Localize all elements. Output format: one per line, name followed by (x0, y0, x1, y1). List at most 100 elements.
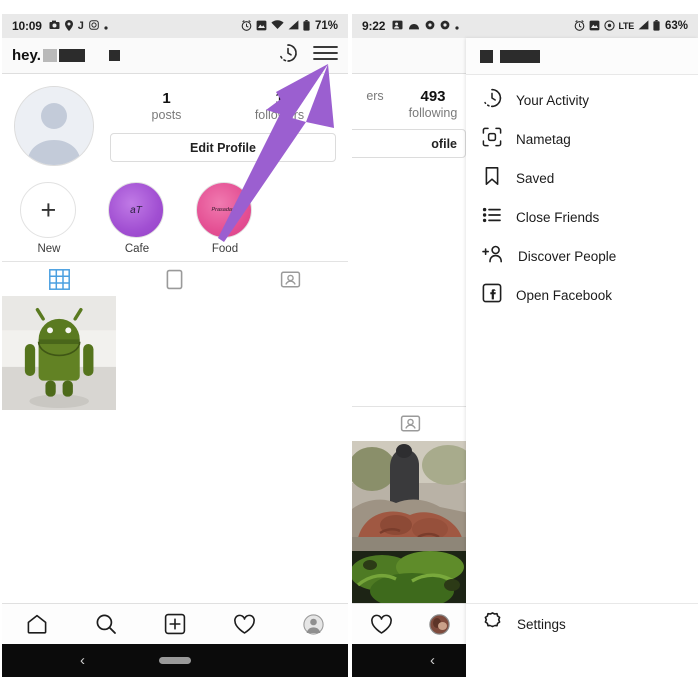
nav-activity[interactable] (352, 613, 411, 636)
edit-profile-button[interactable]: Edit Profile (110, 133, 336, 163)
highlight-thumb: aT (108, 182, 164, 238)
battery-percentage: 71% (314, 20, 338, 32)
grid-post-hands[interactable] (352, 441, 469, 551)
signal-icon (638, 20, 649, 32)
nav-activity[interactable] (210, 613, 279, 636)
gear-icon (425, 20, 435, 32)
history-icon[interactable] (277, 42, 299, 69)
menu-item-label: Close Friends (516, 210, 600, 225)
nav-profile[interactable] (279, 613, 348, 635)
stat-value: 1 (275, 90, 284, 107)
status-bar: 10:09 J 71% (2, 14, 348, 38)
story-highlights: + New aT Cafe Prasadam Food (2, 170, 348, 261)
hamburger-menu-icon[interactable] (313, 43, 338, 68)
hotspot-icon (603, 19, 615, 33)
stat-posts[interactable]: 1 posts (110, 90, 223, 124)
network-type-label: LTE (618, 21, 635, 31)
camera-icon (49, 20, 60, 32)
highlight-food[interactable]: Prasadam Food (196, 182, 254, 255)
nav-search[interactable] (71, 613, 140, 635)
home-pill-icon[interactable] (159, 657, 191, 664)
nav-add-post[interactable] (140, 613, 209, 635)
side-menu-drawer: Your Activity Nametag Saved Close Friend… (466, 38, 698, 677)
back-icon[interactable]: ‹ (80, 652, 85, 669)
bookmark-icon (482, 166, 502, 191)
menu-item-your-activity[interactable]: Your Activity (466, 81, 698, 120)
header-redaction-block (480, 49, 493, 63)
menu-item-label: Nametag (516, 132, 571, 147)
profile-avatar[interactable] (14, 86, 94, 166)
status-bar: 9:22 LTE 63% (352, 14, 698, 38)
back-icon[interactable]: ‹ (430, 652, 435, 669)
stat-following[interactable]: 493 following (404, 88, 462, 122)
header-actions (277, 42, 338, 69)
location-icon (64, 19, 73, 33)
highlight-cafe[interactable]: aT Cafe (108, 182, 166, 255)
menu-item-label: Discover People (518, 249, 617, 264)
username-redaction-block (58, 49, 85, 62)
instagram-header: hey. (2, 38, 348, 74)
facebook-icon (482, 283, 502, 308)
add-person-icon (482, 244, 504, 269)
tab-grid[interactable] (2, 268, 117, 290)
screenshot-icon (256, 20, 267, 33)
nav-profile[interactable] (411, 613, 470, 635)
screenshot-icon (589, 20, 600, 33)
nametag-icon (482, 127, 502, 152)
highlight-label: Food (211, 243, 239, 255)
header-redaction-block (500, 49, 540, 63)
nav-home[interactable] (2, 613, 71, 635)
android-system-nav: ‹ (2, 644, 348, 677)
right-phone-screenshot: 9:22 LTE 63% ers 493 following ofile You… (352, 14, 698, 677)
stat-value: 1 (162, 90, 171, 107)
gear-icon (482, 611, 503, 637)
post-grid (2, 296, 348, 412)
menu-item-close-friends[interactable]: Close Friends (466, 198, 698, 237)
highlight-thumb: + (20, 182, 76, 238)
highlight-cover-text: Prasadam (211, 207, 237, 213)
profile-section: 1 posts 1 followers Edit Profile (2, 74, 348, 170)
alarm-icon (574, 19, 585, 33)
profile-stats: 1 posts 1 followers Edit Profile (94, 86, 336, 163)
status-bar-system-icons: 71% (241, 19, 338, 33)
instagram-icon (89, 20, 99, 32)
settings-menu-item[interactable]: Settings (466, 603, 698, 644)
phone-divider (349, 14, 351, 677)
contacts-icon (392, 20, 403, 32)
profile-tabs-partial (352, 406, 469, 440)
drawer-header (466, 38, 698, 75)
highlight-new[interactable]: + New (20, 182, 78, 255)
list-icon (482, 205, 502, 230)
grid-post-android[interactable] (2, 296, 118, 412)
edit-profile-button[interactable]: ofile (352, 129, 466, 159)
menu-item-open-facebook[interactable]: Open Facebook (466, 276, 698, 315)
stat-value: 493 (420, 88, 446, 105)
stat-followers[interactable]: ers (352, 88, 404, 122)
profile-tabs (2, 261, 348, 296)
username-redaction-block (42, 49, 57, 62)
profile-username: hey. (12, 47, 120, 64)
alarm-icon (241, 19, 252, 33)
tab-tagged[interactable] (233, 269, 348, 290)
bottom-navigation-partial (352, 603, 469, 644)
grid-cell-empty (232, 296, 348, 412)
menu-item-label: Your Activity (516, 93, 590, 108)
wifi-icon (271, 20, 284, 32)
screenshot-root: 10:09 J 71% hey. 1 posts 1 followers Edi… (0, 0, 700, 691)
menu-item-saved[interactable]: Saved (466, 159, 698, 198)
stat-followers[interactable]: 1 followers (223, 90, 336, 124)
tab-reels[interactable] (117, 269, 232, 290)
grid-cell-empty (117, 296, 233, 412)
status-bar-notification-icons: J (49, 19, 108, 33)
menu-item-discover-people[interactable]: Discover People (466, 237, 698, 276)
battery-icon (303, 19, 310, 33)
cloud-icon (408, 20, 420, 32)
battery-icon (653, 19, 660, 33)
settings-label: Settings (517, 616, 566, 632)
highlight-label: Cafe (124, 243, 150, 255)
status-bar-time: 10:09 (12, 19, 42, 33)
menu-item-nametag[interactable]: Nametag (466, 120, 698, 159)
dot-icon (104, 20, 108, 32)
status-bar-notification-icons (392, 20, 459, 32)
menu-item-label: Open Facebook (516, 288, 613, 303)
